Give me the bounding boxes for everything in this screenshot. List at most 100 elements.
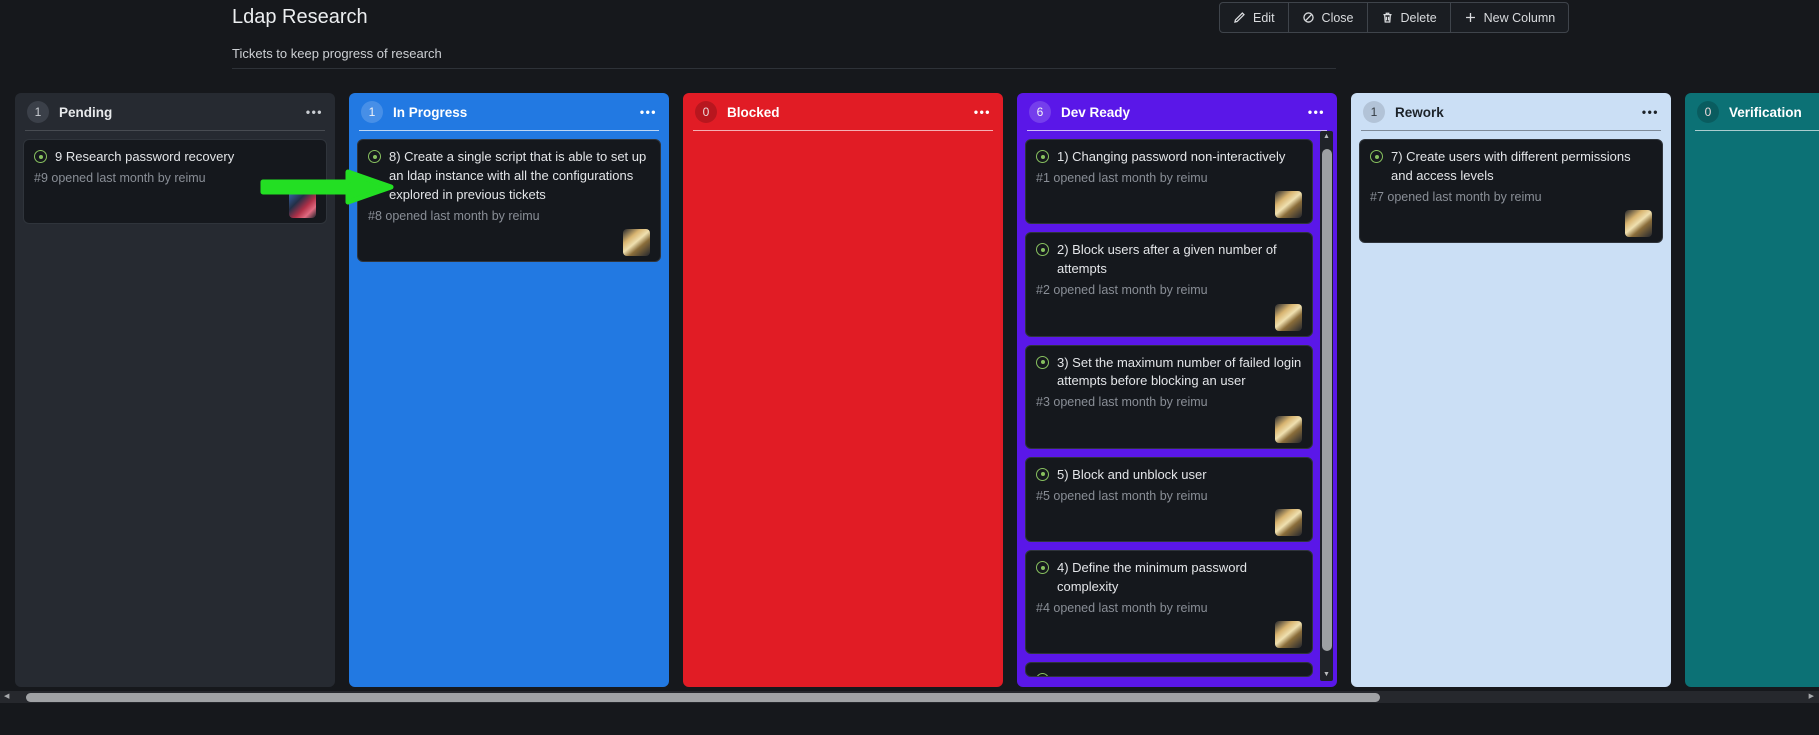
delete-button[interactable]: Delete [1367, 2, 1451, 33]
avatar[interactable] [1625, 210, 1652, 237]
header-divider [232, 68, 1336, 69]
issue-meta: #1 opened last month by reimu [1036, 170, 1302, 188]
issue-meta: #3 opened last month by reimu [1036, 394, 1302, 412]
issue-title[interactable]: 2) Block users after a given number of a… [1057, 241, 1302, 279]
issue-title[interactable]: 5) Block and unblock user [1057, 466, 1207, 485]
project-actions: Edit Close Delete New Column [1219, 2, 1569, 33]
page-title: Ldap Research [232, 6, 368, 29]
issue-card[interactable]: 7) Create users with different permissio… [1359, 139, 1663, 243]
column-count-badge: 6 [1029, 101, 1051, 123]
cards-list: 9 Research password recovery #9 opened l… [15, 131, 335, 687]
column-header: 6 Dev Ready ••• [1017, 93, 1337, 130]
avatar[interactable] [1275, 304, 1302, 331]
new-column-button-label: New Column [1484, 11, 1556, 25]
page-subtitle: Tickets to keep progress of research [232, 46, 442, 61]
column-title: In Progress [393, 105, 467, 120]
issue-title[interactable]: 3) Set the maximum number of failed logi… [1057, 354, 1302, 392]
issue-title[interactable]: 9 Research password recovery [55, 148, 234, 167]
close-button[interactable]: Close [1288, 2, 1368, 33]
issue-title[interactable]: 1) Changing password non-interactively [1057, 148, 1285, 167]
column-count-badge: 0 [1697, 101, 1719, 123]
issue-open-icon [1036, 561, 1049, 574]
issue-open-icon [34, 150, 47, 163]
column-title: Rework [1395, 105, 1444, 120]
column-header: 1 Pending ••• [15, 93, 335, 130]
column-title: Blocked [727, 105, 780, 120]
cards-list [683, 131, 1003, 687]
cards-list: 1) Changing password non-interactively #… [1017, 131, 1337, 687]
issue-card[interactable]: 1) Changing password non-interactively #… [1025, 139, 1313, 224]
column-count-badge: 1 [1363, 101, 1385, 123]
issue-title[interactable]: 7) Create users with different permissio… [1391, 148, 1652, 186]
issue-card[interactable]: 3) Set the maximum number of failed logi… [1025, 345, 1313, 449]
issue-card[interactable]: 5) Block and unblock user #5 opened last… [1025, 457, 1313, 542]
column-title: Dev Ready [1061, 105, 1130, 120]
column-in-progress: 1 In Progress ••• 8) Create a single scr… [349, 93, 669, 687]
column-verification: 0 Verification [1685, 93, 1819, 687]
column-count-badge: 1 [361, 101, 383, 123]
edit-icon [1233, 11, 1246, 24]
issue-open-icon [1036, 356, 1049, 369]
issue-card-partial[interactable] [1025, 662, 1313, 677]
avatar[interactable] [1275, 191, 1302, 218]
column-pending: 1 Pending ••• 9 Research password recove… [15, 93, 335, 687]
avatar[interactable] [1275, 416, 1302, 443]
column-scrollbar[interactable]: ▲ ▼ [1320, 131, 1333, 681]
issue-open-icon [1036, 243, 1049, 256]
column-header: 0 Verification [1685, 93, 1819, 130]
column-dev-ready: 6 Dev Ready ••• 1) Changing password non… [1017, 93, 1337, 687]
issue-meta: #5 opened last month by reimu [1036, 488, 1302, 506]
issue-open-icon [1036, 673, 1049, 677]
avatar[interactable] [1275, 509, 1302, 536]
avatar[interactable] [623, 229, 650, 256]
issue-open-icon [368, 150, 381, 163]
issue-meta: #9 opened last month by reimu [34, 170, 316, 188]
issue-title[interactable]: 8) Create a single script that is able t… [389, 148, 650, 205]
avatar[interactable] [1275, 621, 1302, 648]
scroll-left-icon[interactable]: ◀ [4, 691, 9, 703]
cards-list [1685, 131, 1819, 687]
issue-meta: #2 opened last month by reimu [1036, 282, 1302, 300]
column-menu-button[interactable]: ••• [1308, 106, 1325, 118]
scrollbar-thumb[interactable] [26, 693, 1380, 702]
column-count-badge: 1 [27, 101, 49, 123]
close-icon [1302, 11, 1315, 24]
column-menu-button[interactable]: ••• [640, 106, 657, 118]
column-header: 1 Rework ••• [1351, 93, 1671, 130]
column-rework: 1 Rework ••• 7) Create users with differ… [1351, 93, 1671, 687]
column-menu-button[interactable]: ••• [1642, 106, 1659, 118]
column-count-badge: 0 [695, 101, 717, 123]
issue-open-icon [1036, 468, 1049, 481]
issue-meta: #4 opened last month by reimu [1036, 600, 1302, 618]
edit-button-label: Edit [1253, 11, 1275, 25]
column-header: 0 Blocked ••• [683, 93, 1003, 130]
edit-button[interactable]: Edit [1219, 2, 1289, 33]
kanban-board: 1 Pending ••• 9 Research password recove… [15, 93, 1819, 687]
horizontal-scrollbar[interactable]: ◀ ▶ [0, 691, 1819, 703]
column-title: Pending [59, 105, 112, 120]
cards-list: 8) Create a single script that is able t… [349, 131, 669, 687]
issue-card[interactable]: 2) Block users after a given number of a… [1025, 232, 1313, 336]
avatar[interactable] [289, 191, 316, 218]
scrollbar-thumb[interactable] [1322, 149, 1332, 651]
issue-meta: #8 opened last month by reimu [368, 208, 650, 226]
column-header: 1 In Progress ••• [349, 93, 669, 130]
plus-icon [1464, 11, 1477, 24]
delete-button-label: Delete [1401, 11, 1437, 25]
scroll-up-icon[interactable]: ▲ [1320, 132, 1333, 142]
issue-card[interactable]: 9 Research password recovery #9 opened l… [23, 139, 327, 224]
scroll-right-icon[interactable]: ▶ [1809, 691, 1814, 703]
scroll-down-icon[interactable]: ▼ [1320, 670, 1333, 680]
issue-card[interactable]: 8) Create a single script that is able t… [357, 139, 661, 262]
issue-title[interactable]: 4) Define the minimum password complexit… [1057, 559, 1302, 597]
column-blocked: 0 Blocked ••• [683, 93, 1003, 687]
cards-list: 7) Create users with different permissio… [1351, 131, 1671, 687]
column-menu-button[interactable]: ••• [306, 106, 323, 118]
new-column-button[interactable]: New Column [1450, 2, 1570, 33]
issue-open-icon [1036, 150, 1049, 163]
issue-open-icon [1370, 150, 1383, 163]
delete-icon [1381, 11, 1394, 24]
close-button-label: Close [1322, 11, 1354, 25]
column-menu-button[interactable]: ••• [974, 106, 991, 118]
issue-card[interactable]: 4) Define the minimum password complexit… [1025, 550, 1313, 654]
